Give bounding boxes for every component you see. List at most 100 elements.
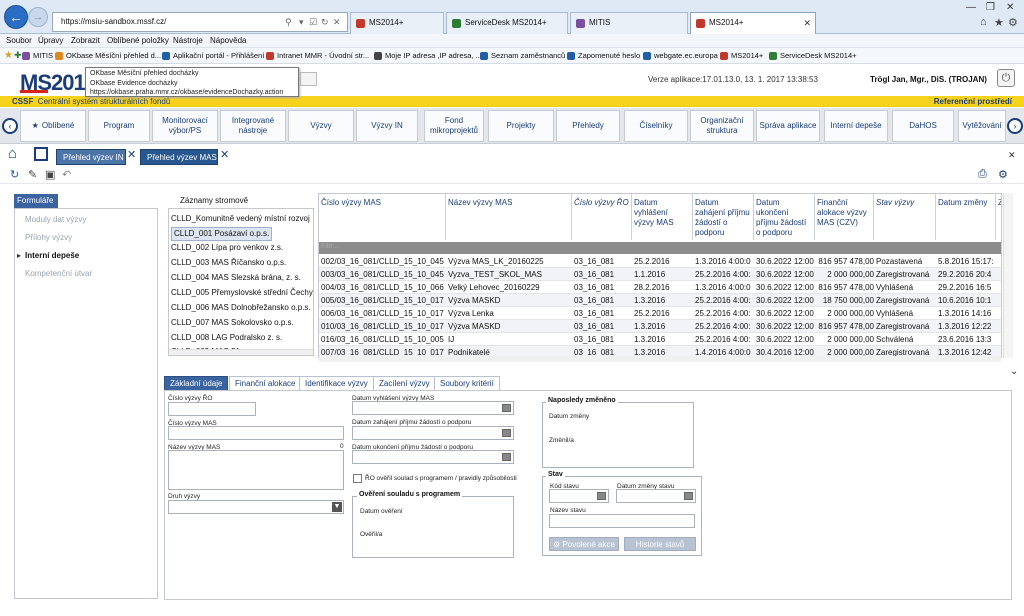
save-icon[interactable]: ▣ [45,168,55,181]
input-datum-zahajeni[interactable] [352,426,514,440]
table-row[interactable]: 002/03_16_081/CLLD_15_10_045 Výzva MAS_LK… [319,255,1001,268]
menu-soubor[interactable]: Soubor [6,35,32,47]
tab-prehled-vyzev-in[interactable]: Přehled výzev IN [56,149,126,165]
favorite-link[interactable]: webgate.ec.europa [643,50,718,62]
input-cislo-vyzvy-mas[interactable] [168,426,344,440]
favorites-star-icon[interactable]: ★ [994,16,1004,29]
module-program[interactable]: Program [88,110,150,142]
scroll-right-icon[interactable]: › [1007,118,1023,134]
favorite-link[interactable]: Zapomenuté heslo [567,50,640,62]
allowed-actions-button[interactable]: ⚙ Povolené akce [549,537,619,551]
logout-power-icon[interactable]: ⏻ [997,69,1015,87]
column-header[interactable]: Datum vyhlášení výzvy MAS [632,194,693,240]
form-link-interni-depese[interactable]: Interní depeše [17,251,79,260]
column-header[interactable]: Název výzvy MAS [446,194,572,240]
input-datum-vyhlaseni[interactable] [352,401,514,415]
restore-icon[interactable]: ❐ [986,2,995,13]
menu-zobrazit[interactable]: Zobrazit [71,35,100,47]
add-favorite-icon[interactable]: ✚ [14,50,22,61]
calendar-icon[interactable] [502,429,511,437]
close-tab-icon[interactable]: ✕ [803,13,811,33]
module-oblibene[interactable]: ★ Oblíbené [20,110,86,142]
column-header[interactable]: Datum změny [936,194,996,240]
module-vyzvy[interactable]: Výzvy [288,110,354,142]
favorite-link[interactable]: OKbase Měsíční přehled d... [55,50,161,62]
table-row[interactable]: 004/03_16_081/CLLD_15_10_066 Velký Lehove… [319,281,1001,294]
minimize-icon[interactable]: — [966,2,976,13]
module-projekty[interactable]: Projekty [488,110,554,142]
tree-node-selected[interactable]: CLLD_001 Posázaví o.p.s. [171,227,273,241]
close-all-icon[interactable]: ✕ [1008,150,1016,161]
undo-icon[interactable]: ↶ [62,168,71,181]
column-header[interactable]: Číslo výzvy MAS [319,194,446,240]
table-row[interactable]: 010/03_16_081/CLLD_15_10_017 Výzva MASKD 0… [319,320,1001,333]
tree-node[interactable]: CLLD_004 MAS Slezská brána, z. s. [171,272,301,284]
input-datum-ukonceni[interactable] [352,450,514,464]
close-tab-icon[interactable]: ✕ [127,148,136,161]
module-fond-mikroprojektu[interactable]: Fond mikroprojektů [424,110,484,142]
refresh-icon[interactable]: ↻ [10,168,19,181]
module-organizacni-struktura[interactable]: Organizační struktura [690,110,754,142]
tree-node[interactable]: CLLD_005 Přemyslovské střední Čechy [171,287,313,299]
table-row[interactable]: 003/03_16_081/CLLD_15_10_045 Vyzva_TEST_S… [319,268,1001,281]
module-integrovane-nastroje[interactable]: Integrované nástroje [220,110,286,142]
header-search-box[interactable] [300,72,317,86]
module-vytezovani[interactable]: Vytěžování [958,110,1006,142]
edit-icon[interactable]: ✎ [28,168,37,181]
stop-icon[interactable]: ✕ [333,15,341,29]
column-header[interactable]: Číslo výzvy ŘO [572,194,632,240]
home-icon[interactable]: ⌂ [8,146,24,162]
calendar-icon[interactable] [502,453,511,461]
page-icon[interactable] [34,147,48,161]
calendar-icon[interactable] [684,492,693,500]
refresh-icon[interactable]: ↻ [321,15,329,29]
browser-tab[interactable]: MITIS [570,12,688,34]
favorite-link[interactable]: MITIS [22,50,53,62]
input-kod-stavu[interactable] [549,489,609,503]
favorite-link[interactable]: MS2014+ [720,50,763,62]
module-prehledy[interactable]: Přehledy [556,110,620,142]
favorite-link[interactable]: Intranet MMR - Úvodní str... [266,50,369,62]
input-datum-zmeny-stavu[interactable] [616,489,696,503]
menu-oblibene[interactable]: Oblíbené položky [107,35,169,47]
column-header[interactable]: Stav výzvy [874,194,936,240]
tab-identifikace-vyzvy[interactable]: Identifikace výzvy [299,376,374,391]
select-druh-vyzvy[interactable]: ▼ [168,500,344,514]
module-monitorovaci-vybor[interactable]: Monitorovací výbor/PS [152,110,218,142]
favorites-star-icon[interactable]: ★ [4,50,13,61]
column-header[interactable]: Datum zahájení příjmu žádostí o podporu [693,194,754,240]
close-window-icon[interactable]: ✕ [1006,2,1014,13]
module-dahos[interactable]: DaHOS [892,110,954,142]
scroll-left-icon[interactable]: ‹ [2,118,18,134]
menu-upravy[interactable]: Úpravy [38,35,63,47]
favorite-link[interactable]: ServiceDesk MS2014+ [769,50,857,62]
tab-zakladni-udaje[interactable]: Základní údaje [164,376,229,391]
tree-node[interactable]: CLLD_008 LAG Podralsko z. s. [171,332,282,344]
menu-nastroje[interactable]: Nástroje [173,35,203,47]
close-tab-icon[interactable]: ✕ [220,148,229,161]
input-nazev-vyzvy-mas[interactable] [168,450,344,490]
table-row[interactable]: 005/03_16_081/CLLD_15_10_017 Výzva MASKD 0… [319,294,1001,307]
module-sprava-aplikace[interactable]: Správa aplikace [756,110,820,142]
favorite-link[interactable]: Seznam zaměstnanců [480,50,565,62]
back-button[interactable]: ← [4,5,28,29]
favorite-link[interactable]: Aplikační portál - Přihlášení [162,50,264,62]
form-link-moduly[interactable]: Moduly dat výzvy [25,215,86,224]
tab-financni-alokace[interactable]: Finanční alokace [229,376,302,391]
table-horizontal-scrollbar[interactable] [319,356,1001,362]
table-row[interactable]: 006/03_16_081/CLLD_15_10_017 Výzva Lenka 0… [319,307,1001,320]
table-row[interactable]: 016/03_16_081/CLLD_15_10_005 IJ 03_16_081 1… [319,333,1001,346]
collapse-icon[interactable]: ⌄ [1010,366,1018,377]
print-icon[interactable]: ⎙ [978,168,987,181]
calendar-icon[interactable] [502,404,511,412]
table-vertical-scrollbar[interactable] [1003,193,1013,358]
browser-tab[interactable]: MS2014+ [350,12,444,34]
module-vyzvy-in[interactable]: Výzvy IN [356,110,418,142]
form-link-prilohy[interactable]: Přílohy výzvy [25,233,72,242]
settings-gear-icon[interactable]: ⚙ [1008,16,1018,29]
column-header[interactable]: Datum ukončení příjmu žádostí o podporu [754,194,815,240]
home-icon[interactable]: ⌂ [980,16,987,28]
search-icon[interactable]: ⚲ [285,15,292,29]
filter-row[interactable]: Filtr ... [319,242,1001,254]
forward-button[interactable]: → [28,7,48,27]
